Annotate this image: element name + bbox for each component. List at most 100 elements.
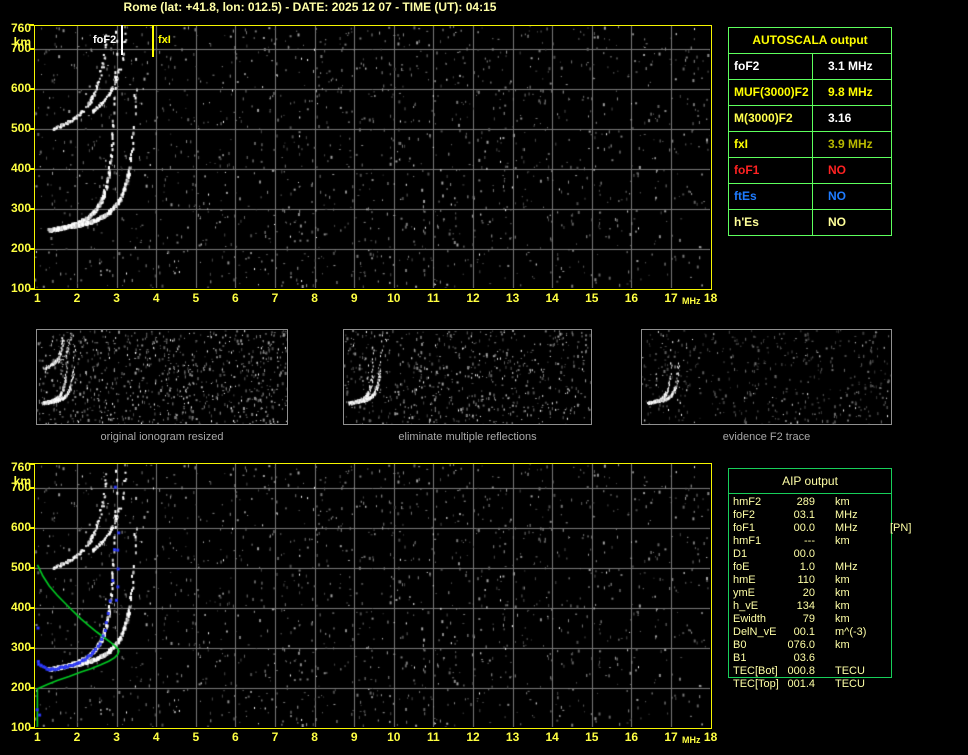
fxI-marker-line: [152, 25, 154, 57]
aip-row-hmF2: hmF2 289 km: [728, 496, 928, 509]
autoscala-row-MUF(3000)F2: MUF(3000)F2 9.8 MHz: [729, 80, 891, 106]
x-tick-14: 14: [545, 730, 559, 744]
y-axis-tickmark: [29, 168, 34, 170]
aip-extra: [887, 665, 928, 678]
autoscala-value: NO: [828, 215, 846, 229]
aip-label: Ewidth: [733, 613, 767, 625]
aip-label: DelN_vE: [733, 626, 777, 638]
x-tick-13: 13: [505, 291, 520, 305]
fxI-label: fxI: [158, 34, 171, 46]
autoscala-row-ftEs: ftEs NO: [729, 184, 891, 210]
aip-unit: km: [835, 639, 850, 651]
aip-row-foE: foE 1.0 MHz: [728, 561, 928, 574]
autoscala-row-foF1: foF1 NO: [729, 158, 891, 184]
aip-unit: km: [835, 587, 850, 599]
y-tick-300: 300: [10, 201, 31, 215]
autoscala-value: NO: [828, 189, 846, 203]
aip-extra: [887, 548, 928, 561]
aip-table-header: AIP output: [728, 468, 892, 494]
aip-unit: km: [835, 535, 850, 547]
autoscala-row-foF2: foF2 3.1 MHz: [729, 54, 891, 80]
aip-val: 289: [796, 496, 815, 508]
aip-extra: [887, 626, 928, 639]
aip-row-hmE: hmE 110 km: [728, 574, 928, 587]
foF2-marker-line: [121, 25, 123, 55]
y-axis-tickmark: [29, 567, 34, 569]
aip-val: 20: [802, 587, 815, 599]
aip-val: 001.4: [787, 678, 815, 690]
aip-extra: [887, 587, 928, 600]
autoscala-label: foF1: [729, 158, 813, 183]
aip-label: ymE: [733, 587, 755, 599]
aip-label: TEC[Bot]: [733, 665, 778, 677]
autoscala-value: NO: [828, 163, 846, 177]
x-tick-3: 3: [113, 291, 120, 305]
aip-val: ---: [804, 535, 815, 547]
x-tick-9: 9: [350, 291, 358, 305]
aip-unit: km: [835, 613, 850, 625]
x-tick-3: 3: [113, 730, 120, 744]
aip-label: D1: [733, 548, 748, 560]
aip-label: B0: [733, 639, 747, 651]
x-tick-4: 4: [152, 730, 160, 744]
x-axis-unit: MHz: [682, 296, 701, 306]
aip-val: 134: [796, 600, 815, 612]
y-tick-600: 600: [10, 81, 31, 95]
foF2-label: foF2: [93, 34, 117, 46]
aip-label: h_vE: [733, 600, 759, 612]
y-tick-700: 700: [10, 41, 31, 55]
aip-extra: [887, 561, 928, 574]
y-axis-tickmark: [29, 647, 34, 649]
aip-row-D1: D1 00.0: [728, 548, 928, 561]
x-axis-unit: MHz: [682, 735, 701, 745]
x-tick-11: 11: [427, 730, 440, 744]
aip-val: 00.0: [793, 522, 815, 534]
autoscala-label: MUF(3000)F2: [729, 80, 813, 105]
autoscala-label: fxI: [729, 132, 813, 157]
y-axis-tickmark: [29, 248, 34, 250]
x-tick-16: 16: [624, 730, 639, 744]
autoscala-row-M(3000)F2: M(3000)F2 3.16: [729, 106, 891, 132]
aip-extra: [887, 574, 928, 587]
y-axis-tickmark: [29, 527, 34, 529]
panel-evidence-f2: [641, 329, 892, 425]
top-ionogram-frame: [34, 25, 712, 290]
y-axis-tickmark: [29, 463, 34, 465]
aip-val: 79: [802, 613, 815, 625]
x-tick-10: 10: [387, 730, 401, 744]
y-tick-200: 200: [10, 241, 31, 255]
x-tick-17: 17: [664, 291, 678, 305]
y-axis-tickmark: [29, 88, 34, 90]
aip-extra: [887, 509, 928, 522]
aip-table-rows: hmF2 289 km foF2 03.1 MHz foF1 00.0 MHz [PN] hmF1 -…: [728, 496, 928, 691]
y-axis-tickmark: [29, 24, 34, 26]
aip-row-TEC[Top]: TEC[Top] 001.4 TECU: [728, 678, 928, 691]
x-tick-5: 5: [192, 730, 200, 744]
aip-unit: [815, 548, 887, 561]
x-tick-1: 1: [34, 291, 41, 305]
y-axis-tickmark: [29, 48, 34, 50]
x-tick-10: 10: [387, 291, 401, 305]
aip-extra: [887, 613, 928, 626]
y-tick-760: 760: [10, 21, 31, 35]
autoscala-value: 9.8 MHz: [828, 85, 873, 99]
aip-val: 000.8: [787, 665, 815, 677]
aip-unit: km: [835, 574, 850, 586]
y-axis-tickmark: [29, 727, 34, 729]
panel-evidence-f2-canvas: [642, 330, 891, 424]
aip-unit: MHz: [835, 509, 858, 521]
x-tick-11: 11: [427, 291, 440, 305]
y-tick-500: 500: [10, 121, 31, 135]
aip-extra: [887, 652, 928, 665]
aip-unit: TECU: [835, 678, 865, 690]
aip-label: hmF1: [733, 535, 762, 547]
autoscala-row-h'Es: h'Es NO: [729, 210, 891, 235]
x-tick-17: 17: [664, 730, 678, 744]
aip-unit: TECU: [835, 665, 865, 677]
y-axis-tickmark: [29, 607, 34, 609]
y-axis-tickmark: [29, 487, 34, 489]
bottom-ionogram-frame: [34, 463, 712, 729]
aip-val: 00.0: [793, 548, 815, 560]
aip-unit: km: [835, 496, 850, 508]
y-tick-400: 400: [10, 600, 31, 614]
